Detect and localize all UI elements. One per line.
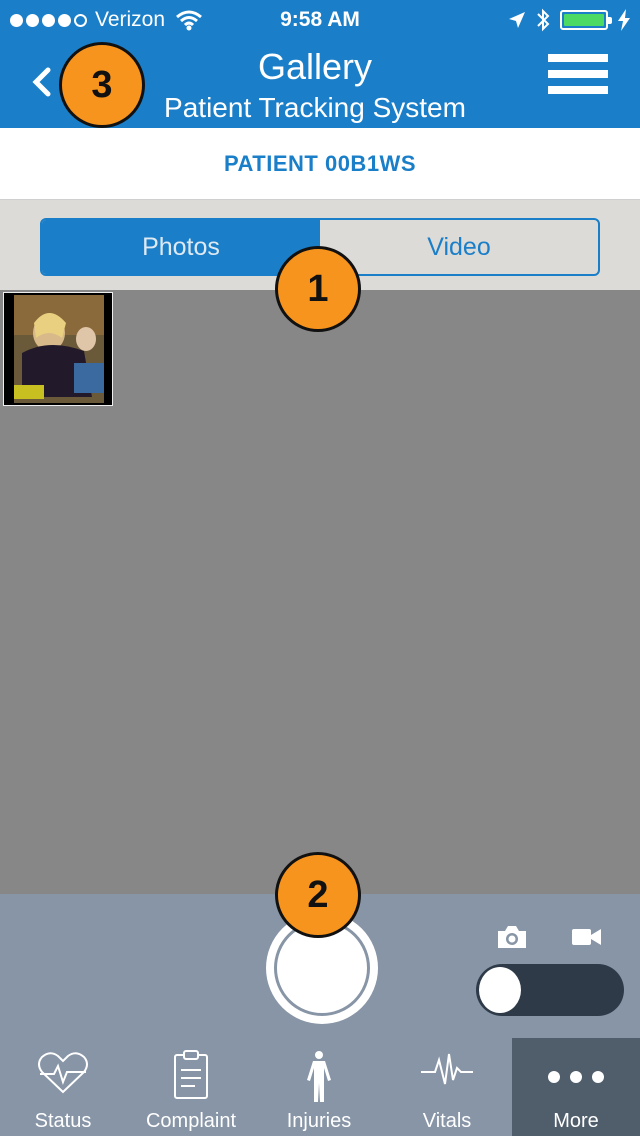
photo-thumbnail[interactable] bbox=[3, 292, 113, 406]
tab-bar: Status Complaint Injuries Vitals More bbox=[0, 1038, 640, 1136]
patient-header: PATIENT 00B1WS bbox=[0, 128, 640, 200]
annotation-badge-1: 1 bbox=[275, 246, 361, 332]
body-icon bbox=[307, 1051, 331, 1102]
clipboard-icon bbox=[174, 1050, 208, 1099]
more-dots-icon bbox=[548, 1071, 604, 1083]
tab-label: Injuries bbox=[286, 1110, 352, 1132]
tab-label: More bbox=[553, 1110, 599, 1132]
pulse-icon bbox=[421, 1053, 473, 1085]
tab-label: Vitals bbox=[422, 1110, 472, 1132]
segment-photos[interactable]: Photos bbox=[42, 220, 320, 274]
bluetooth-icon bbox=[537, 8, 550, 32]
photo-image bbox=[4, 293, 112, 405]
menu-line bbox=[548, 70, 608, 78]
annotation-badge-3: 3 bbox=[59, 42, 145, 128]
tab-label: Complaint bbox=[145, 1110, 237, 1132]
photo-video-mode-toggle[interactable] bbox=[476, 964, 624, 1016]
video-camera-icon bbox=[572, 929, 601, 945]
segment-video[interactable]: Video bbox=[320, 220, 598, 274]
heart-pulse-icon bbox=[38, 1052, 88, 1094]
menu-line bbox=[548, 86, 608, 94]
photo-gallery bbox=[0, 290, 640, 894]
annotation-badge-2: 2 bbox=[275, 852, 361, 938]
tab-status[interactable]: Status bbox=[0, 1038, 126, 1136]
hamburger-menu-button[interactable] bbox=[548, 54, 608, 114]
tab-complaint[interactable]: Complaint bbox=[126, 1038, 256, 1136]
location-arrow-icon bbox=[509, 12, 525, 28]
camera-icon bbox=[498, 926, 526, 948]
tab-injuries[interactable]: Injuries bbox=[256, 1038, 382, 1136]
battery-icon bbox=[560, 10, 612, 30]
menu-line bbox=[548, 54, 608, 62]
tab-more[interactable]: More bbox=[512, 1038, 640, 1136]
status-bar: Verizon 9:58 AM bbox=[0, 0, 640, 40]
toggle-knob bbox=[479, 967, 521, 1013]
charging-bolt-icon bbox=[618, 9, 630, 31]
tab-label: Status bbox=[34, 1110, 92, 1132]
tab-vitals[interactable]: Vitals bbox=[382, 1038, 512, 1136]
